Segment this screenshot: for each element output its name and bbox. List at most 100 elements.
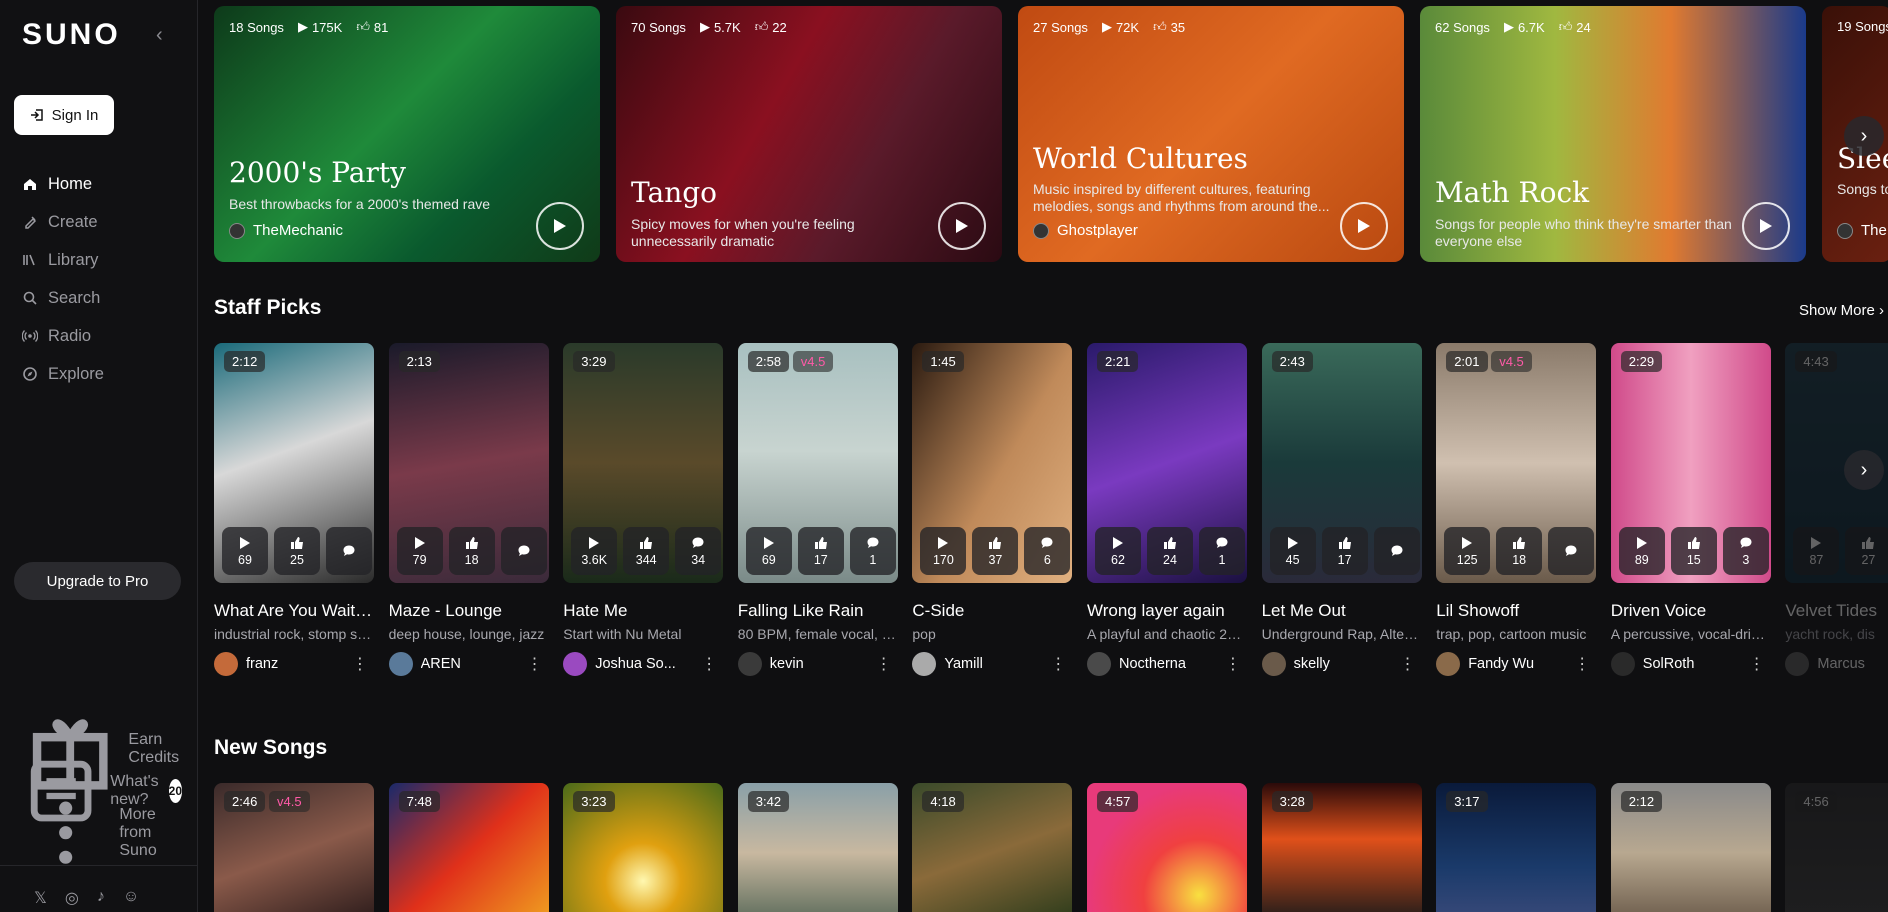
more-options-icon[interactable]: ⋮ xyxy=(527,654,543,674)
song-comment-button[interactable]: 3 xyxy=(1722,527,1769,575)
song-play-button[interactable]: 45 xyxy=(1269,527,1316,575)
nav-item-search[interactable]: Search xyxy=(22,279,187,317)
song-title[interactable]: What Are You Waiting... xyxy=(214,601,374,621)
song-cover[interactable]: 2:29 89 15 3 xyxy=(1610,343,1771,583)
new-song-card[interactable]: 4:18 xyxy=(912,783,1073,912)
song-comment-button[interactable]: 1 xyxy=(1199,527,1245,575)
song-like-button[interactable]: 27 xyxy=(1845,527,1888,575)
more-options-icon[interactable]: ⋮ xyxy=(701,654,717,674)
song-card[interactable]: 2:21 62 24 1 Wrong layer again A playful and … xyxy=(1087,343,1247,676)
song-comment-button[interactable]: 34 xyxy=(675,527,722,575)
song-play-button[interactable]: 125 xyxy=(1444,527,1491,575)
collapse-sidebar-icon[interactable]: ‹ xyxy=(156,24,163,47)
song-author[interactable]: Nocthernа ⋮ xyxy=(1087,652,1247,676)
song-cover[interactable]: 2:12 69 25 xyxy=(214,343,374,583)
song-title[interactable]: Maze - Lounge xyxy=(389,601,549,621)
song-card[interactable]: 2:29 89 15 3 Driven Voice A percussive, vocal… xyxy=(1610,343,1771,676)
song-cover[interactable]: 2:58 v4.5 69 17 1 xyxy=(737,343,898,583)
song-like-button[interactable]: 17 xyxy=(1321,527,1368,575)
song-cover[interactable]: 2:43 45 17 xyxy=(1261,343,1422,583)
song-cover[interactable]: 2:01 v4.5 125 18 xyxy=(1436,343,1597,583)
song-like-button[interactable]: 37 xyxy=(972,527,1019,575)
song-title[interactable]: C-Side xyxy=(912,601,1072,621)
playlist-card[interactable]: 62 Songs ▶ 6.7K 👍︎ 24 Math Rock Songs for peop… xyxy=(1420,6,1806,262)
new-song-card[interactable]: 4:56 xyxy=(1785,783,1888,912)
more-options-icon[interactable]: ⋮ xyxy=(1400,654,1416,674)
song-play-button[interactable]: 87 xyxy=(1793,527,1840,575)
more-options-icon[interactable]: ⋮ xyxy=(352,654,368,674)
song-author[interactable]: AREN ⋮ xyxy=(388,652,549,676)
song-author[interactable]: kevin ⋮ xyxy=(737,652,898,676)
song-play-button[interactable]: 170 xyxy=(920,527,967,575)
more-options-icon[interactable]: ⋮ xyxy=(1050,654,1066,674)
x-icon[interactable]: 𝕏 xyxy=(34,888,47,908)
song-cover[interactable]: 2:13 79 18 xyxy=(388,343,549,583)
new-song-card[interactable]: 4:57 xyxy=(1087,783,1247,912)
new-song-card[interactable]: 7:48 xyxy=(388,783,549,912)
song-title[interactable]: Velvet Tides xyxy=(1785,601,1888,621)
playlist-author[interactable]: TheMechanic xyxy=(229,222,343,239)
new-song-card[interactable]: 3:28 xyxy=(1261,783,1422,912)
song-author[interactable]: Joshua So... ⋮ xyxy=(563,652,723,676)
song-comment-button[interactable] xyxy=(1373,527,1420,575)
song-card[interactable]: 1:45 170 37 6 C-Side pop Yamill ⋮ xyxy=(912,343,1073,676)
song-author[interactable]: Fandy Wu ⋮ xyxy=(1436,652,1596,676)
song-card[interactable]: 2:01 v4.5 125 18 Lil Showoff trap, pop, carto… xyxy=(1436,343,1597,676)
playlist-play-button[interactable] xyxy=(536,202,584,250)
new-song-card[interactable]: 3:23 xyxy=(563,783,724,912)
song-comment-button[interactable]: 6 xyxy=(1024,527,1071,575)
nav-item-radio[interactable]: Radio xyxy=(22,317,187,355)
song-play-button[interactable]: 3.6K xyxy=(571,527,618,575)
song-title[interactable]: Wrong layer again xyxy=(1087,601,1247,621)
staff-picks-next-button[interactable]: › xyxy=(1844,450,1884,490)
song-author[interactable]: Marcus⋮ xyxy=(1785,652,1888,676)
song-like-button[interactable]: 18 xyxy=(1496,527,1543,575)
nav-item-create[interactable]: Create xyxy=(22,203,187,241)
new-song-card[interactable]: 2:46 v4.5 xyxy=(214,783,374,912)
nav-item-explore[interactable]: Explore xyxy=(22,355,187,393)
playlist-author[interactable]: The xyxy=(1837,222,1887,239)
song-play-button[interactable]: 62 xyxy=(1095,527,1141,575)
playlist-author[interactable]: Ghostplayer xyxy=(1033,222,1138,239)
playlist-card[interactable]: 70 Songs ▶ 5.7K 👍︎ 22 Tango Spicy moves for wh… xyxy=(616,6,1002,262)
song-like-button[interactable]: 17 xyxy=(797,527,844,575)
song-comment-button[interactable] xyxy=(500,527,547,575)
discord-icon[interactable]: ☺ xyxy=(123,888,139,908)
playlist-play-button[interactable] xyxy=(938,202,986,250)
playlist-card[interactable]: 27 Songs ▶ 72K 👍︎ 35 World Cultures Music insp… xyxy=(1018,6,1404,262)
song-title[interactable]: Driven Voice xyxy=(1611,601,1771,621)
song-comment-button[interactable] xyxy=(326,527,372,575)
song-like-button[interactable]: 18 xyxy=(448,527,495,575)
sign-in-button[interactable]: Sign In xyxy=(14,95,114,135)
playlist-card[interactable]: 18 Songs ▶ 175K 👍︎ 81 2000's Party Best throwb… xyxy=(214,6,600,262)
song-title[interactable]: Falling Like Rain xyxy=(738,601,898,621)
song-like-button[interactable]: 24 xyxy=(1147,527,1193,575)
song-play-button[interactable]: 69 xyxy=(222,527,268,575)
upgrade-to-pro-button[interactable]: Upgrade to Pro xyxy=(14,562,181,600)
song-card[interactable]: 4:43 87 27 Velvet Tides yacht rock, dis Marcu… xyxy=(1785,343,1888,676)
song-comment-button[interactable] xyxy=(1548,527,1595,575)
song-card[interactable]: 2:12 69 25 What Are You Waiting... industria… xyxy=(214,343,374,676)
song-card[interactable]: 2:43 45 17 Let Me Out Underground Rap, Alter… xyxy=(1261,343,1422,676)
song-card[interactable]: 2:13 79 18 Maze - Lounge deep house, lounge,… xyxy=(388,343,549,676)
song-comment-button[interactable]: 1 xyxy=(849,527,896,575)
new-song-card[interactable]: 3:42 xyxy=(737,783,898,912)
song-author[interactable]: skelly ⋮ xyxy=(1261,652,1422,676)
playlist-play-button[interactable] xyxy=(1340,202,1388,250)
song-play-button[interactable]: 89 xyxy=(1618,527,1665,575)
song-cover[interactable]: 1:45 170 37 6 xyxy=(912,343,1073,583)
song-cover[interactable]: 3:29 3.6K 344 34 xyxy=(563,343,724,583)
new-song-card[interactable]: 2:12 xyxy=(1610,783,1771,912)
song-like-button[interactable]: 15 xyxy=(1670,527,1717,575)
instagram-icon[interactable]: ◎ xyxy=(65,888,79,908)
song-author[interactable]: franz ⋮ xyxy=(214,652,374,676)
suno-logo[interactable]: SUNO xyxy=(22,18,121,52)
song-title[interactable]: Hate Me xyxy=(563,601,723,621)
bottom-nav-more-from-suno[interactable]: More from Suno xyxy=(22,801,182,865)
song-cover[interactable]: 2:21 62 24 1 xyxy=(1087,343,1247,583)
new-song-card[interactable]: 3:17 xyxy=(1436,783,1597,912)
song-play-button[interactable]: 79 xyxy=(396,527,443,575)
tiktok-icon[interactable]: ♪ xyxy=(97,888,105,908)
more-options-icon[interactable]: ⋮ xyxy=(1749,654,1765,674)
more-options-icon[interactable]: ⋮ xyxy=(1225,654,1241,674)
